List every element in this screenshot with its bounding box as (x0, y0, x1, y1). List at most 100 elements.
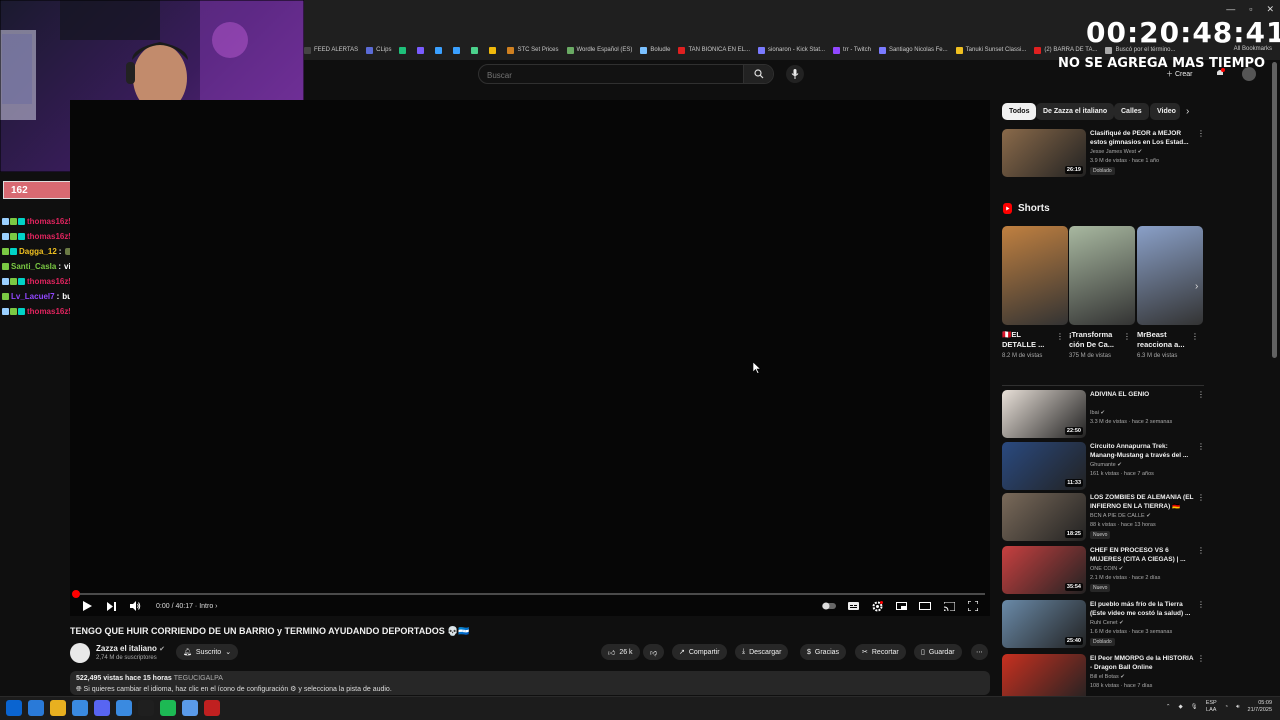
video-title[interactable]: CHEF EN PROCESO VS 6 MUJERES (CITA A CIE… (1090, 546, 1195, 564)
short-title[interactable]: MrBeast reacciona a... (1137, 330, 1191, 350)
video-thumbnail[interactable]: 18:25 (1002, 493, 1086, 541)
spotify-icon[interactable] (160, 700, 176, 716)
video-thumbnail[interactable]: 35:54 (1002, 546, 1086, 594)
video-title[interactable]: ADIVINA EL GENIO (1090, 390, 1195, 399)
video-title[interactable]: Circuito Annapurna Trek: Manang-Mustang … (1090, 442, 1195, 460)
channel-name[interactable]: Jesse James West ✔ (1090, 149, 1142, 155)
channel-name[interactable]: Zazza el italiano ✔ (96, 644, 165, 653)
search-button[interactable] (743, 65, 773, 83)
recommended-video[interactable]: 18:25 LOS ZOMBIES DE ALEMANIA (EL INFIERN… (1002, 493, 1207, 541)
bookmark-item[interactable]: Wordle Español (ES) (566, 46, 632, 54)
short-item[interactable]: ¡Transforma ción De Ca... 375 M de vistas… (1069, 226, 1135, 360)
miniplayer-button[interactable] (894, 599, 908, 613)
video-title[interactable]: El Peor MMORPG de la HISTORIA - Dragon B… (1090, 654, 1195, 672)
video-title[interactable]: LOS ZOMBIES DE ALEMANIA (EL INFIERNO EN … (1090, 493, 1195, 511)
shorts-next-icon[interactable]: › (1195, 281, 1198, 292)
short-item[interactable]: 🇵🇪EL DETALLE ... 8.2 M de vistas ⋮ (1002, 226, 1068, 360)
video-thumbnail[interactable] (1002, 654, 1086, 702)
fullscreen-button[interactable] (966, 599, 980, 613)
bookmark-item[interactable] (399, 46, 409, 54)
channel-name[interactable]: Ghumante ✔ (1090, 462, 1122, 468)
more-options-icon[interactable]: ⋮ (1123, 332, 1131, 341)
bookmark-item[interactable] (471, 46, 481, 54)
chat-username[interactable]: Dagga_12 (19, 247, 57, 256)
chat-username[interactable]: thomas16z5 (27, 277, 73, 286)
speaker-icon[interactable]: 🔊︎ (1236, 704, 1239, 711)
autoplay-toggle[interactable] (822, 599, 836, 613)
mic-tray-icon[interactable]: 🎙︎ (1191, 704, 1198, 710)
subscribed-button[interactable]: 🔔︎ Suscrito ⌄ (176, 644, 239, 660)
save-button[interactable]: ▯ Guardar (914, 644, 962, 660)
scrollbar[interactable] (1272, 62, 1277, 358)
chapter-label[interactable]: Intro (199, 603, 213, 610)
video-title[interactable]: El pueblo más frío de la Tierra (Este vi… (1090, 600, 1195, 618)
next-button[interactable] (104, 599, 118, 613)
cast-button[interactable] (942, 599, 956, 613)
video-thumbnail[interactable]: 22:50 (1002, 390, 1086, 438)
channel-name[interactable]: ONE COIN ✔ (1090, 566, 1123, 572)
channel-name[interactable]: Bill el Botas ✔ (1090, 674, 1125, 680)
video-thumbnail[interactable]: 11:33 (1002, 442, 1086, 490)
bookmark-item[interactable]: FEED ALERTAS (304, 46, 358, 54)
more-options-icon[interactable]: ⋮ (1197, 129, 1205, 138)
more-options-icon[interactable]: ⋮ (1197, 654, 1205, 663)
download-button[interactable]: ⤓ Descargar (735, 644, 789, 660)
discord-icon[interactable] (94, 700, 110, 716)
bookmark-item[interactable]: Santiago Nicolas Fe... (878, 46, 948, 54)
dislike-button[interactable]: 👎︎ (643, 644, 665, 660)
voice-search-button[interactable] (786, 65, 804, 83)
more-options-icon[interactable]: ⋮ (1191, 332, 1199, 341)
bookmark-item[interactable] (489, 46, 499, 54)
recommended-video[interactable]: 25:40 El pueblo más frío de la Tierra (Es… (1002, 600, 1207, 648)
channel-name[interactable]: BCN A PIE DE CALLE ✔ (1090, 513, 1151, 519)
video-thumbnail[interactable]: 25:40 (1002, 600, 1086, 648)
video-player[interactable]: 0:00 / 40:17 · Intro › (70, 100, 990, 616)
app-icon[interactable] (116, 700, 132, 716)
more-options-icon[interactable]: ⋮ (1197, 442, 1205, 451)
bookmark-item[interactable] (435, 46, 445, 54)
short-item[interactable]: MrBeast reacciona a... 6.3 M de vistas ⋮ (1137, 226, 1203, 360)
chevron-right-icon[interactable]: › (1186, 106, 1189, 117)
channel-avatar[interactable] (70, 643, 90, 663)
progress-bar[interactable] (75, 593, 985, 595)
description-box[interactable]: 522,495 vistas hace 15 horas TEGUCIGALPA… (70, 671, 990, 695)
short-title[interactable]: 🇵🇪EL DETALLE ... (1002, 330, 1056, 350)
minimize-icon[interactable]: — (1226, 4, 1235, 15)
more-actions-button[interactable]: ⋯ (971, 644, 988, 660)
recommended-video[interactable]: 22:50 ADIVINA EL GENIO Ibai ✔ 3.3 M de vist… (1002, 390, 1207, 438)
bookmark-item[interactable] (417, 46, 427, 54)
settings-button[interactable] (870, 599, 884, 613)
bookmark-item[interactable]: STC Set Prices (507, 46, 559, 54)
maximize-icon[interactable]: ▫ (1249, 4, 1252, 15)
short-thumbnail[interactable] (1069, 226, 1135, 325)
short-title[interactable]: ¡Transforma ción De Ca... (1069, 330, 1123, 350)
recommended-video[interactable]: El Peor MMORPG de la HISTORIA - Dragon B… (1002, 654, 1207, 702)
short-thumbnail[interactable] (1002, 226, 1068, 325)
chat-username[interactable]: thomas16z5 (27, 217, 73, 226)
play-button[interactable] (80, 599, 94, 613)
video-thumbnail[interactable]: 26:19 (1002, 129, 1086, 177)
more-options-icon[interactable]: ⋮ (1056, 332, 1064, 341)
channel-name[interactable]: Ibai ✔ (1090, 410, 1105, 416)
tray-chevron-icon[interactable]: ⌃ (1166, 704, 1171, 710)
close-icon[interactable]: ✕ (1266, 4, 1274, 15)
filter-chip[interactable]: Todos (1002, 103, 1037, 120)
filter-chip[interactable]: Video (1150, 103, 1180, 120)
bookmark-item[interactable]: Boludle (640, 46, 670, 54)
theater-mode-button[interactable] (918, 599, 932, 613)
volume-button[interactable] (128, 599, 142, 613)
like-button[interactable]: 👍︎ 26 k (601, 644, 640, 660)
file-explorer-icon[interactable] (50, 700, 66, 716)
system-clock[interactable]: 05:09 21/7/2025 (1248, 700, 1272, 714)
search-input[interactable] (487, 69, 742, 81)
app-icon[interactable] (138, 700, 154, 716)
bookmark-item[interactable] (453, 46, 463, 54)
clip-button[interactable]: ✂ Recortar (855, 644, 906, 660)
short-thumbnail[interactable] (1137, 226, 1203, 325)
chat-username[interactable]: thomas16z5 (27, 307, 73, 316)
bookmark-item[interactable]: CLips (366, 46, 391, 54)
channel-name[interactable]: Ruhi Cenet ✔ (1090, 620, 1124, 626)
thanks-button[interactable]: $ Gracias (800, 644, 847, 660)
progress-scrubber[interactable] (72, 590, 80, 598)
language-indicator[interactable]: ESP LAA (1206, 700, 1217, 714)
